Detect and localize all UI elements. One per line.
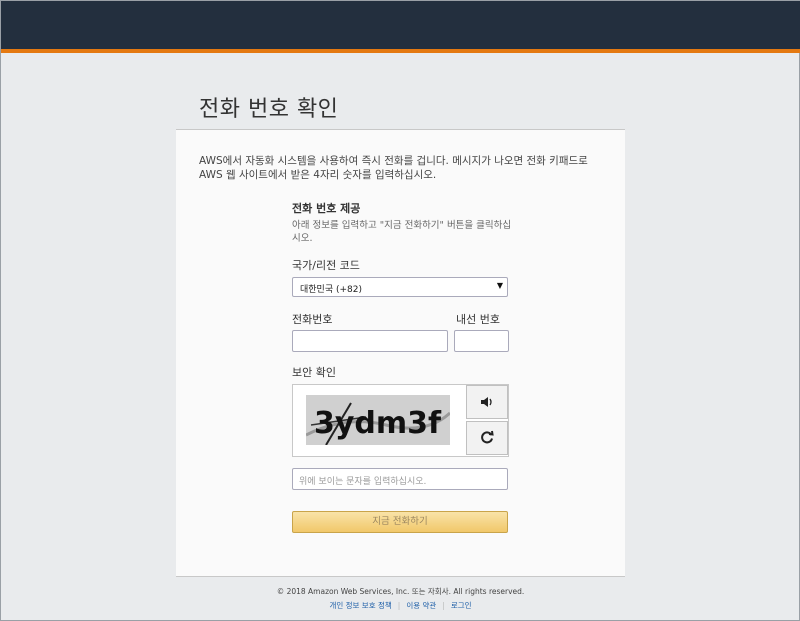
country-label: 국가/리전 코드	[292, 259, 360, 272]
refresh-captcha-button[interactable]	[466, 421, 508, 455]
footer-separator: |	[397, 601, 401, 610]
captcha-text-art: 3ydm3f	[314, 406, 442, 441]
footer-copyright: © 2018 Amazon Web Services, Inc. 또는 자회사.…	[276, 587, 525, 596]
intro-text: AWS에서 자동화 시스템을 사용하여 즉시 전화를 겁니다. 메시지가 나오면…	[199, 155, 588, 181]
extension-label: 내선 번호	[456, 313, 500, 326]
captcha-box: 3ydm3f	[292, 384, 509, 457]
phone-label: 전화번호	[292, 313, 333, 326]
footer-links: 개인 정보 보호 정책 | 이용 약관 | 로그인	[176, 600, 625, 611]
top-header-bar	[1, 1, 800, 53]
captcha-input[interactable]: 위에 보이는 문자를 입력하십시오.	[292, 468, 508, 490]
captcha-image: 3ydm3f	[306, 395, 450, 445]
captcha-label: 보안 확인	[292, 366, 336, 379]
section-title: 전화 번호 제공	[292, 202, 361, 215]
privacy-policy-link[interactable]: 개인 정보 보호 정책	[329, 601, 391, 610]
captcha-input-placeholder: 위에 보이는 문자를 입력하십시오.	[299, 477, 427, 487]
call-now-button[interactable]: 지금 전화하기	[292, 511, 508, 533]
chevron-down-icon: ▼	[496, 281, 503, 290]
footer-separator: |	[442, 601, 445, 610]
login-link[interactable]: 로그인	[451, 601, 472, 610]
phone-verification-card: AWS에서 자동화 시스템을 사용하여 즉시 전화를 겁니다. 메시지가 나오면…	[176, 129, 625, 577]
country-select-value: 대한민국 (+82)	[300, 285, 362, 295]
terms-link[interactable]: 이용 약관	[406, 601, 436, 610]
section-description: 아래 정보를 입력하고 "지금 전화하기" 버튼을 클릭하십시오.	[292, 220, 512, 244]
phone-input[interactable]	[292, 330, 448, 352]
refresh-icon	[480, 429, 494, 448]
extension-input[interactable]	[454, 330, 509, 352]
country-select[interactable]: 대한민국 (+82) ▼	[292, 277, 508, 297]
speaker-icon	[480, 393, 494, 412]
page-title: 전화 번호 확인	[199, 97, 339, 122]
audio-captcha-button[interactable]	[466, 385, 508, 419]
